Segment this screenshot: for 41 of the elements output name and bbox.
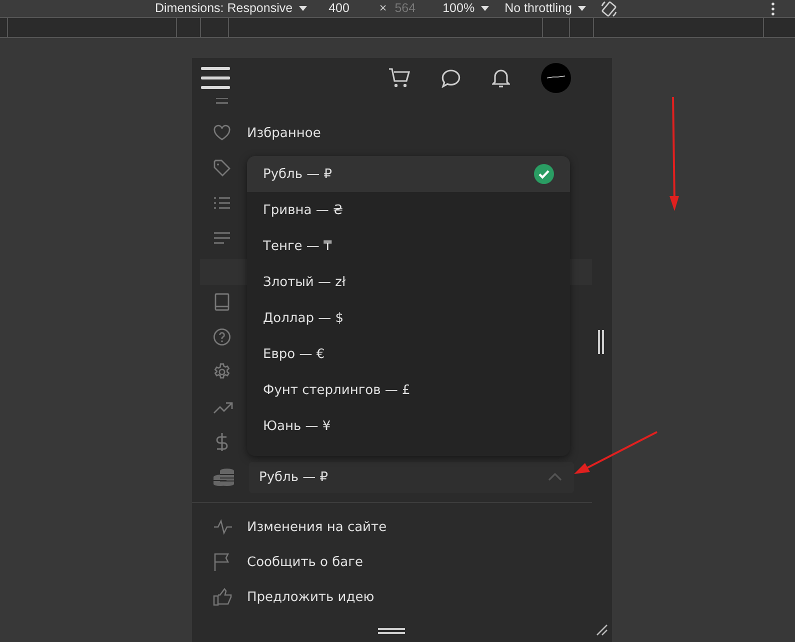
chevron-icon (548, 473, 562, 481)
bell-icon[interactable] (492, 68, 510, 88)
chat-icon[interactable] (441, 68, 461, 88)
menu-icon[interactable] (201, 66, 230, 90)
throttling-dropdown[interactable]: No throttling (504, 1, 572, 16)
caret-icon (298, 6, 307, 11)
rotate-icon[interactable] (600, 0, 618, 16)
currency-option[interactable]: Тенге — ₸ (247, 228, 570, 264)
menu-item[interactable]: Сообщить о баге (247, 554, 363, 570)
thumbs-up-icon (213, 588, 233, 606)
currency-option[interactable]: Евро — € (247, 336, 570, 372)
menu-item[interactable]: Избранное (247, 126, 321, 140)
check-icon (534, 164, 554, 184)
currency-option[interactable]: Злотый — zł (247, 264, 570, 300)
currency-option[interactable]: Фунт стерлингов — £ (247, 372, 570, 408)
cart-icon[interactable] (388, 68, 410, 88)
more-icon[interactable] (771, 2, 775, 16)
resize-corner-icon[interactable] (596, 624, 608, 636)
dimensions-dropdown[interactable]: Dimensions: Responsive (155, 1, 293, 16)
help-icon (213, 328, 231, 346)
width-field[interactable]: 400 (328, 1, 350, 16)
heart-icon (213, 124, 231, 142)
pulse-icon (213, 518, 233, 536)
menu-item[interactable]: Изменения на сайте (247, 520, 387, 534)
book-icon (213, 293, 231, 311)
coins-icon (213, 468, 235, 486)
currency-select[interactable]: Рубль — ₽ (249, 462, 574, 492)
flag-icon (213, 552, 231, 572)
times-sign: × (379, 1, 387, 16)
settings-icon (213, 363, 231, 381)
currency-option[interactable]: Юань — ¥ (247, 408, 570, 444)
zoom-dropdown[interactable]: 100% (442, 1, 475, 16)
caret-icon (480, 6, 489, 11)
currency-option[interactable]: Рубль — ₽ (247, 156, 570, 192)
resize-handle[interactable] (598, 330, 604, 354)
currency-option[interactable]: Доллар — $ (247, 300, 570, 336)
tag-icon (213, 159, 231, 177)
currency-option[interactable]: Гривна — ₴ (247, 192, 570, 228)
menu-item[interactable]: Предложить идею (247, 590, 374, 604)
resize-handle[interactable] (378, 628, 405, 634)
caret-icon (578, 6, 586, 11)
